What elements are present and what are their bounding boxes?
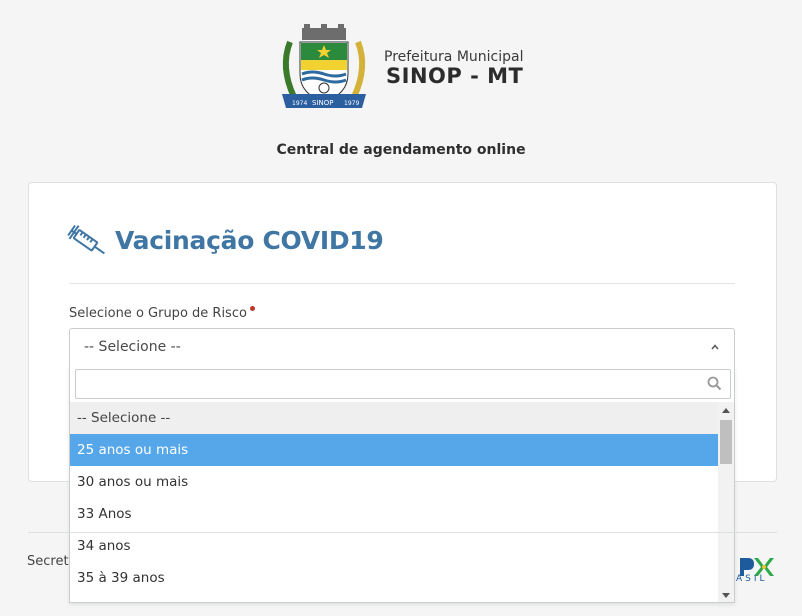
dropdown-search-box[interactable] [75,369,731,399]
select-dropdown: -- Selecione -- 25 anos ou mais 30 anos … [69,366,735,603]
dropdown-search-input[interactable] [76,370,712,396]
select-current-value: -- Selecione -- [84,339,181,355]
title-divider [69,283,735,284]
risk-group-label: Selecione o Grupo de Risco [69,306,255,321]
footer-divider [28,532,777,533]
option-item[interactable]: 30 anos ou mais [70,466,718,498]
brasil-logo-text: ASIL [736,574,768,584]
options-list: -- Selecione -- 25 anos ou mais 30 anos … [70,402,718,602]
svg-text:1979: 1979 [344,100,359,107]
footer-text: Secret [27,554,69,569]
municipality-label: Prefeitura Municipal [384,49,524,65]
scroll-down-arrow-icon[interactable] [722,593,730,598]
city-label: SINOP - MT [386,64,524,88]
scrollbar-thumb[interactable] [720,420,732,464]
required-indicator [249,306,255,311]
option-item[interactable]: 33 Anos [70,498,718,530]
option-item[interactable]: 25 anos ou mais [70,434,718,466]
header: 1974 SINOP 1979 Prefeitura Municipal SIN… [0,0,802,130]
svg-text:SINOP: SINOP [312,99,333,107]
page-subtitle: Central de agendamento online [276,142,526,158]
page-title: Vacinação COVID19 [115,226,384,255]
brasil-logo [740,558,774,576]
option-item[interactable]: 34 anos [70,530,718,562]
risk-group-label-text: Selecione o Grupo de Risco [69,306,247,321]
svg-text:1974: 1974 [292,100,307,107]
risk-group-select[interactable]: -- Selecione -- [69,328,735,367]
option-item[interactable]: -- Selecione -- [70,402,718,434]
municipal-crest-logo: 1974 SINOP 1979 [282,24,366,108]
dropdown-scrollbar[interactable] [718,402,734,602]
option-item[interactable]: 35 à 39 anos [70,562,718,594]
chevron-up-icon [711,344,719,350]
scroll-up-arrow-icon[interactable] [722,408,730,413]
syringe-icon [67,225,105,255]
search-icon [707,376,722,391]
